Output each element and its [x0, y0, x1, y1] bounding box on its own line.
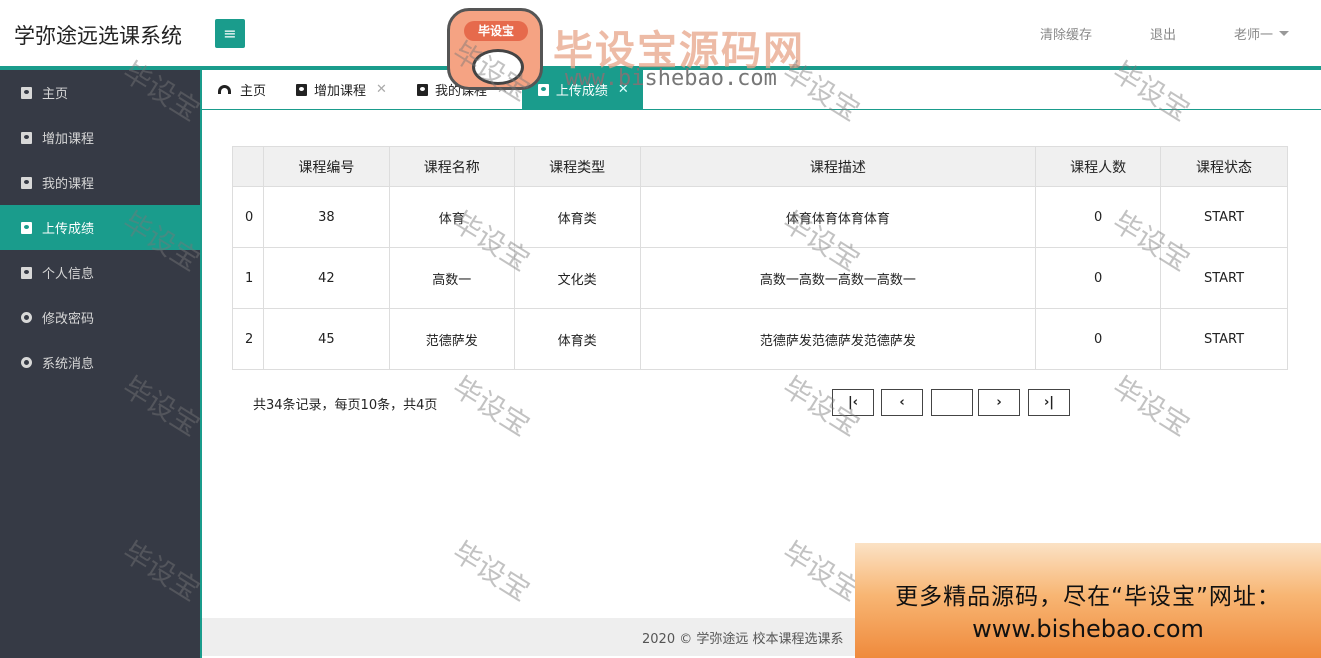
- book-icon: [20, 176, 32, 189]
- col-header-course-status: 课程状态: [1160, 146, 1288, 187]
- watermark: 毕设宝: [446, 535, 536, 608]
- col-header-course-name: 课程名称: [388, 146, 515, 187]
- pagination-info: 共34条记录，每页10条，共4页: [253, 398, 438, 413]
- logo-badge-icon: 毕设宝: [447, 8, 543, 90]
- table-row[interactable]: 1 42 高数一 文化类 高数一高数一高数一高数一 0 START: [232, 247, 1288, 309]
- chevron-left-icon: ‹: [899, 395, 905, 410]
- cell-course-type: 文化类: [513, 247, 641, 309]
- sidebar-item-label: 系统消息: [42, 357, 95, 372]
- col-header-course-type: 课程类型: [513, 146, 641, 187]
- col-header-index: [232, 146, 264, 187]
- book-icon: [20, 131, 32, 144]
- tab-add-course[interactable]: 增加课程 ✕: [280, 70, 401, 109]
- chevron-right-icon: ›: [996, 395, 1002, 410]
- sidebar-item-messages[interactable]: 系统消息: [0, 340, 200, 385]
- sidebar-item-my-courses[interactable]: 我的课程: [0, 160, 200, 205]
- circle-icon: [20, 357, 32, 369]
- cell-course-status: START: [1160, 308, 1288, 370]
- promo-line2: www.bishebao.com: [972, 615, 1204, 643]
- book-icon: [20, 86, 32, 99]
- cell-course-type: 体育类: [513, 308, 641, 370]
- cell-course-id: 38: [262, 186, 390, 248]
- col-header-course-count: 课程人数: [1035, 146, 1162, 187]
- promo-banner[interactable]: 更多精品源码，尽在“毕设宝”网址： www.bishebao.com: [855, 543, 1321, 658]
- tab-label: 增加课程: [314, 84, 367, 99]
- app-title: 学弥途远选课系统: [14, 24, 182, 48]
- watermark: 毕设宝: [1106, 370, 1196, 443]
- sidebar-item-label: 增加课程: [42, 132, 95, 147]
- tab-home[interactable]: 主页: [202, 70, 280, 109]
- book-icon: [296, 83, 308, 96]
- logo-badge-text: 毕设宝: [464, 21, 528, 41]
- last-page-icon: ›|: [1043, 395, 1055, 410]
- first-page-icon: |‹: [847, 395, 859, 410]
- sidebar-item-label: 上传成绩: [42, 222, 95, 237]
- cell-course-id: 42: [262, 247, 390, 309]
- cell-course-count: 0: [1035, 308, 1162, 370]
- sidebar-item-profile[interactable]: 个人信息: [0, 250, 200, 295]
- next-page-button[interactable]: ›: [978, 389, 1020, 416]
- book-icon: [416, 83, 428, 96]
- first-page-button[interactable]: |‹: [832, 389, 874, 416]
- clear-cache-link[interactable]: 清除缓存: [1040, 24, 1092, 43]
- cell-index: 1: [232, 247, 264, 309]
- sidebar-item-add-course[interactable]: 增加课程: [0, 115, 200, 160]
- cell-course-name: 体育: [388, 186, 515, 248]
- menu-toggle-button[interactable]: ≡: [215, 19, 245, 48]
- table-row[interactable]: 2 45 范德萨发 体育类 范德萨发范德萨发范德萨发 0 START: [232, 308, 1288, 370]
- page-number-input[interactable]: [931, 389, 973, 416]
- footer-text: 2020 © 学弥途远 校本课程选课系: [642, 631, 844, 647]
- col-header-course-id: 课程编号: [262, 146, 390, 187]
- sidebar-item-label: 我的课程: [42, 177, 95, 192]
- header-actions: 清除缓存 退出 老师一: [1040, 0, 1321, 66]
- table-header-row: 课程编号 课程名称 课程类型 课程描述 课程人数 课程状态: [232, 146, 1288, 187]
- cell-course-name: 高数一: [388, 247, 515, 309]
- circle-icon: [20, 312, 32, 324]
- hamburger-icon: ≡: [223, 24, 237, 43]
- cell-course-desc: 范德萨发范德萨发范德萨发: [639, 308, 1037, 370]
- user-name: 老师一: [1233, 27, 1273, 43]
- sidebar-item-change-password[interactable]: 修改密码: [0, 295, 200, 340]
- sidebar-item-label: 个人信息: [42, 267, 95, 282]
- last-page-button[interactable]: ›|: [1028, 389, 1070, 416]
- cell-course-id: 45: [262, 308, 390, 370]
- user-menu[interactable]: 老师一: [1234, 24, 1289, 43]
- cell-course-count: 0: [1035, 247, 1162, 309]
- sidebar-item-home[interactable]: 主页: [0, 70, 200, 115]
- sidebar-item-upload-grades[interactable]: 上传成绩: [0, 205, 200, 250]
- site-logo-watermark: 毕设宝 毕设宝源码网 www.bishebao.com: [447, 8, 827, 94]
- dashboard-icon: [218, 85, 231, 94]
- cell-course-status: START: [1160, 247, 1288, 309]
- book-icon: [20, 221, 32, 234]
- sidebar-divider: [200, 70, 202, 658]
- prev-page-button[interactable]: ‹: [881, 389, 923, 416]
- book-icon: [20, 266, 32, 279]
- table-row[interactable]: 0 38 体育 体育类 体育体育体育体育 0 START: [232, 186, 1288, 248]
- caret-down-icon: [1279, 30, 1289, 36]
- cell-index: 2: [232, 308, 264, 370]
- sidebar-item-label: 主页: [42, 87, 69, 102]
- tab-label: 主页: [240, 84, 267, 99]
- course-table: 课程编号 课程名称 课程类型 课程描述 课程人数 课程状态 0 38 体育 体育…: [232, 146, 1288, 370]
- cell-course-count: 0: [1035, 186, 1162, 248]
- col-header-course-desc: 课程描述: [639, 146, 1037, 187]
- promo-line1: 更多精品源码，尽在“毕设宝”网址：: [895, 584, 1281, 610]
- sidebar: 主页 增加课程 我的课程 上传成绩 个人信息 修改密码 系统消息: [0, 70, 200, 658]
- logo-url: www.bishebao.com: [565, 66, 777, 91]
- cell-course-type: 体育类: [513, 186, 641, 248]
- cell-course-desc: 体育体育体育体育: [639, 186, 1037, 248]
- logout-link[interactable]: 退出: [1150, 24, 1176, 43]
- cell-index: 0: [232, 186, 264, 248]
- close-icon[interactable]: ✕: [376, 82, 387, 97]
- cell-course-desc: 高数一高数一高数一高数一: [639, 247, 1037, 309]
- sidebar-item-label: 修改密码: [42, 312, 95, 327]
- cell-course-status: START: [1160, 186, 1288, 248]
- watermark: 毕设宝: [446, 370, 536, 443]
- cell-course-name: 范德萨发: [388, 308, 515, 370]
